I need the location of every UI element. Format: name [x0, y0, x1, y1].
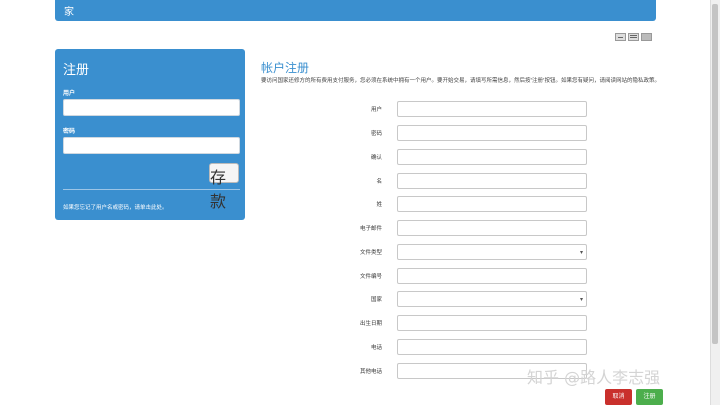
field-label: 出生日期	[359, 321, 382, 327]
document-type-select[interactable]: ▾	[397, 244, 587, 260]
intro-text: 要访问国家还修方的所有费用支付服务，您必须在系统中拥有一个用户。要开始交易，请填…	[261, 78, 661, 84]
field-label: 国家	[370, 297, 382, 303]
form-row-last-name: 姓	[300, 196, 600, 212]
user-label: 用户	[63, 90, 76, 97]
print-icon[interactable]	[641, 33, 652, 41]
field-label: 用户	[370, 107, 382, 113]
watermark: 知乎 @路人李志强	[527, 368, 661, 387]
login-user-input[interactable]	[63, 99, 240, 116]
form-row-first-name: 名	[300, 173, 600, 189]
form-row-country: 国家 ▾	[300, 291, 600, 307]
field-label: 电子邮件	[359, 226, 382, 232]
user-input[interactable]	[397, 101, 587, 117]
phone-input[interactable]	[397, 339, 587, 355]
home-link[interactable]: 家	[64, 3, 74, 18]
page-title: 帐户注册	[261, 61, 310, 75]
scrollbar-thumb[interactable]	[712, 4, 718, 344]
field-label: 电话	[370, 345, 382, 351]
view-toolbar	[615, 33, 652, 41]
form-row-password: 密码	[300, 125, 600, 141]
document-number-input[interactable]	[397, 268, 587, 284]
chevron-down-icon: ▾	[579, 296, 583, 303]
save-button[interactable]: 存款	[209, 163, 239, 211]
scrollbar[interactable]	[710, 0, 720, 405]
text-size-icon[interactable]	[615, 33, 626, 41]
email-input[interactable]	[397, 220, 587, 236]
password-input[interactable]	[397, 125, 587, 141]
form-row-birth-date: 出生日期	[300, 315, 600, 331]
top-navbar: 家	[55, 0, 656, 21]
field-label: 其他电话	[359, 369, 382, 375]
field-label: 名	[376, 179, 382, 185]
field-label: 密码	[370, 131, 382, 137]
last-name-input[interactable]	[397, 196, 587, 212]
forgot-password-link[interactable]: 如果您忘记了用户名或密码，请单击此处。	[63, 203, 168, 211]
password-label: 密码	[63, 128, 76, 135]
country-select[interactable]: ▾	[397, 291, 587, 307]
first-name-input[interactable]	[397, 173, 587, 189]
confirm-password-input[interactable]	[397, 149, 587, 165]
field-label: 文件编号	[359, 274, 382, 280]
form-row-document-number: 文件编号	[300, 268, 600, 284]
form-row-document-type: 文件类型 ▾	[300, 244, 600, 260]
field-label: 姓	[376, 202, 382, 208]
login-heading: 注册	[63, 63, 90, 78]
field-label: 文件类型	[359, 250, 382, 256]
chevron-down-icon: ▾	[579, 249, 583, 256]
form-row-user: 用户	[300, 101, 600, 117]
list-view-icon[interactable]	[628, 33, 639, 41]
form-row-phone: 电话	[300, 339, 600, 355]
cancel-button[interactable]: 取消	[605, 389, 632, 405]
register-button[interactable]: 注册	[636, 389, 663, 405]
form-row-email: 电子邮件	[300, 220, 600, 236]
field-label: 确认	[370, 155, 382, 161]
login-password-input[interactable]	[63, 137, 240, 154]
form-row-confirm: 确认	[300, 149, 600, 165]
birth-date-input[interactable]	[397, 315, 587, 331]
